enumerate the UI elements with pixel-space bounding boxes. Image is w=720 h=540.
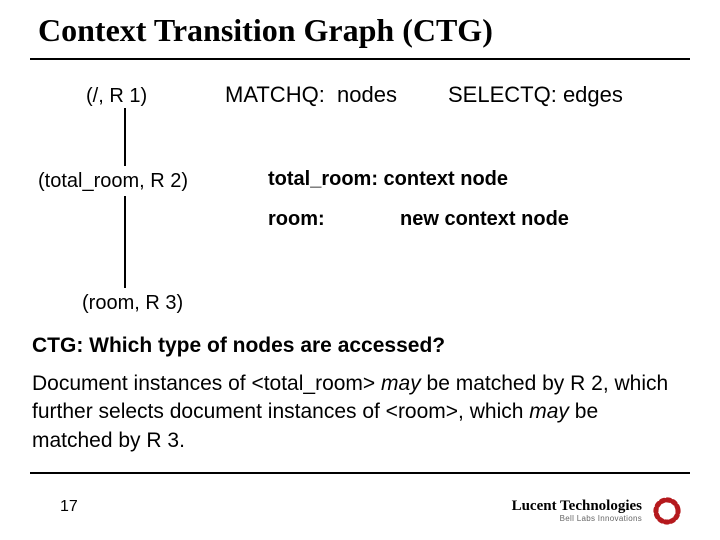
footer-logo: Lucent Technologies Bell Labs Innovation… (512, 494, 684, 528)
graph-edge-r2-r3 (124, 196, 126, 288)
graph-node-r3: (room, R 3) (82, 292, 183, 315)
divider-top (30, 58, 690, 60)
legend-selectq-label: SELECTQ: (448, 82, 557, 107)
lucent-ring-icon (650, 494, 684, 528)
body-paragraph: Document instances of <total_room> may b… (32, 370, 682, 455)
graph-node-r2: (total_room, R 2) (38, 170, 188, 193)
legend-matchq-value: nodes (337, 82, 397, 107)
legend-selectq-value: edges (563, 82, 623, 107)
graph-node-r1: (/, R 1) (86, 85, 147, 108)
legend-matchq: MATCHQ: nodes (225, 82, 397, 108)
graph-edge-r1-r2 (124, 108, 126, 166)
divider-bottom (30, 472, 690, 474)
logo-tagline: Bell Labs Innovations (512, 514, 642, 523)
slide-title: Context Transition Graph (CTG) (38, 12, 493, 49)
definition-total-room: total_room: context node (268, 168, 508, 191)
para-may-1: may (381, 372, 421, 395)
logo-brand: Lucent Technologies (512, 499, 642, 515)
legend-matchq-label: MATCHQ: (225, 82, 325, 107)
ctg-question: CTG: Which type of nodes are accessed? (32, 334, 445, 358)
para-may-2: may (529, 400, 569, 423)
legend-selectq: SELECTQ: edges (448, 82, 623, 108)
definition-room-value: new context node (400, 208, 569, 231)
definition-room-label: room: (268, 208, 325, 231)
para-part-1: Document instances of <total_room> (32, 372, 381, 395)
slide: Context Transition Graph (CTG) MATCHQ: n… (0, 0, 720, 540)
page-number: 17 (60, 498, 78, 516)
